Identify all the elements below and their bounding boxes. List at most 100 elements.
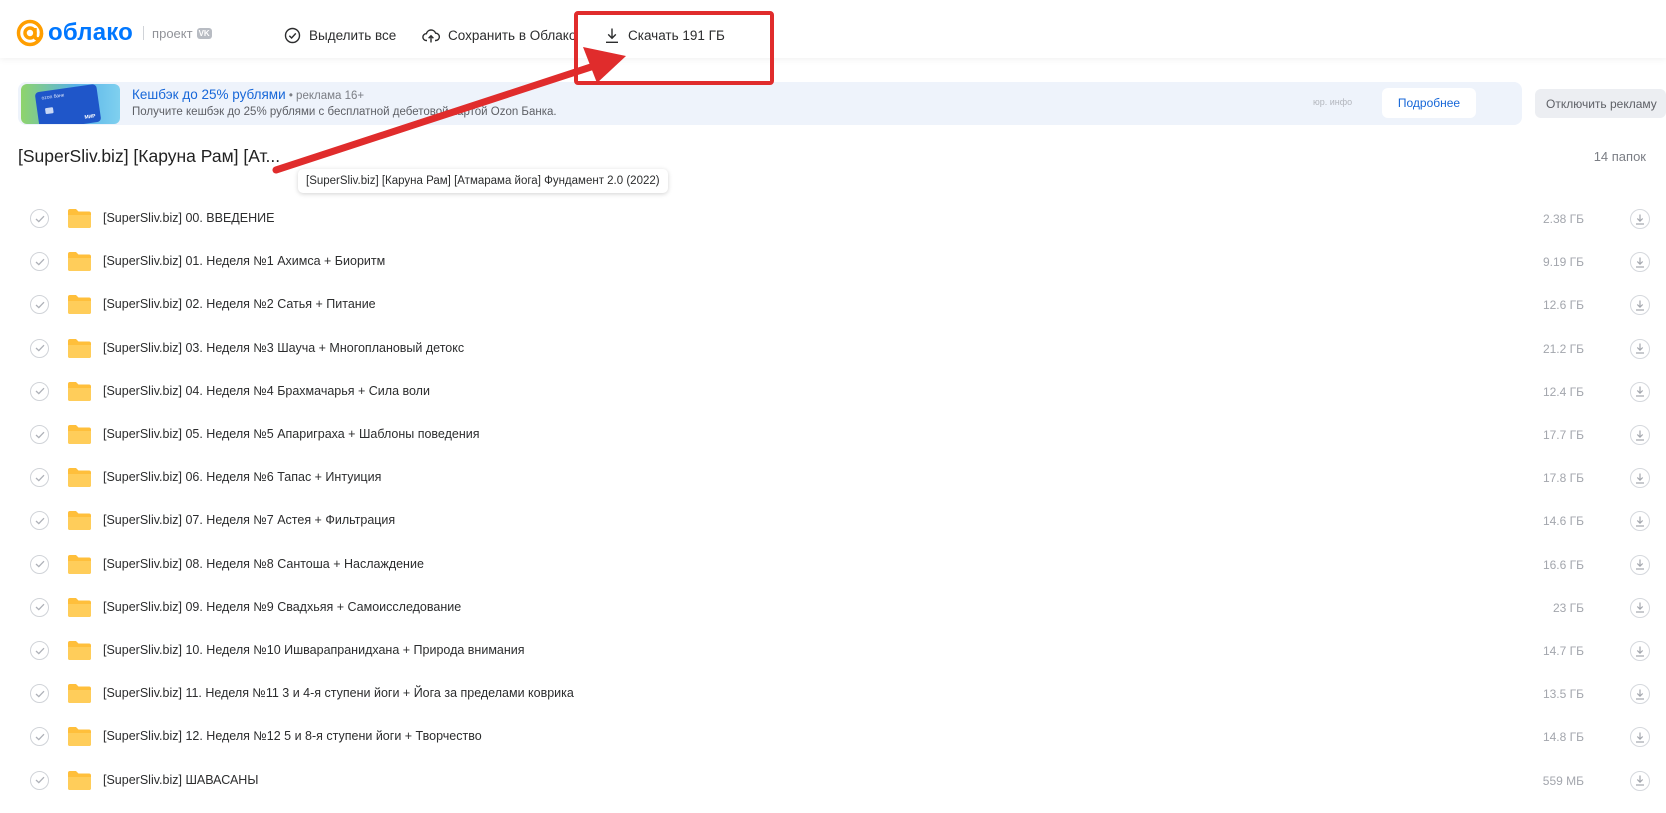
list-item[interactable]: [SuperSliv.biz] 03. Неделя №3 Шауча + Мн… bbox=[0, 329, 1666, 372]
cloud-logo[interactable]: облако проект VK bbox=[16, 16, 212, 50]
item-size: 17.7 ГБ bbox=[1542, 428, 1584, 442]
item-download-button[interactable] bbox=[1630, 338, 1650, 359]
logo-text: облако bbox=[48, 19, 134, 46]
item-name: [SuperSliv.biz] 02. Неделя №2 Сатья + Пи… bbox=[103, 297, 376, 312]
select-checkbox[interactable] bbox=[30, 295, 49, 315]
check-icon bbox=[35, 474, 44, 482]
item-download-button[interactable] bbox=[1630, 597, 1650, 618]
list-item[interactable]: [SuperSliv.biz] 08. Неделя №8 Сантоша + … bbox=[0, 545, 1666, 588]
item-download-button[interactable] bbox=[1630, 770, 1650, 791]
download-icon bbox=[1636, 689, 1644, 700]
item-name: [SuperSliv.biz] 05. Неделя №5 Апариграха… bbox=[103, 427, 480, 441]
ad-description: Получите кешбэк до 25% рублями с бесплат… bbox=[132, 106, 557, 118]
item-name: [SuperSliv.biz] 12. Неделя №12 5 и 8-я с… bbox=[103, 729, 482, 744]
download-icon bbox=[1636, 473, 1644, 484]
list-item[interactable]: [SuperSliv.biz] 00. ВВЕДЕНИЕ 2.38 ГБ bbox=[0, 199, 1666, 242]
disable-ads-button[interactable]: Отключить рекламу bbox=[1535, 89, 1666, 118]
save-to-cloud-button[interactable]: Сохранить в Облако bbox=[422, 24, 576, 46]
list-item[interactable]: [SuperSliv.biz] 09. Неделя №9 Свадхьяя +… bbox=[0, 588, 1666, 631]
select-checkbox[interactable] bbox=[30, 770, 49, 790]
item-size: 12.6 ГБ bbox=[1542, 298, 1584, 313]
folder-icon bbox=[68, 338, 91, 358]
check-icon bbox=[35, 733, 44, 741]
select-checkbox[interactable] bbox=[30, 511, 49, 531]
select-checkbox[interactable] bbox=[30, 641, 49, 660]
download-icon bbox=[1636, 732, 1644, 743]
item-size: 21.2 ГБ bbox=[1542, 341, 1584, 356]
list-item[interactable]: [SuperSliv.biz] 01. Неделя №1 Ахимса + Б… bbox=[0, 242, 1666, 285]
select-checkbox[interactable] bbox=[30, 381, 49, 401]
item-size: 23 ГБ bbox=[1552, 600, 1584, 615]
item-download-button[interactable] bbox=[1630, 511, 1650, 532]
select-checkbox[interactable] bbox=[30, 684, 49, 704]
check-icon bbox=[35, 776, 44, 784]
ad-meta: • реклама 16+ bbox=[285, 90, 365, 102]
bank-card-graphic: ozon банк МИР bbox=[34, 84, 102, 124]
select-checkbox[interactable] bbox=[30, 468, 49, 488]
folder-icon bbox=[68, 381, 91, 401]
folder-icon bbox=[68, 511, 91, 531]
item-size: 9.19 ГБ bbox=[1542, 255, 1584, 270]
folder-icon bbox=[68, 727, 91, 747]
cloud-upload-icon bbox=[422, 28, 440, 42]
list-item[interactable]: [SuperSliv.biz] 04. Неделя №4 Брахмачарь… bbox=[0, 372, 1666, 415]
download-icon bbox=[1636, 214, 1644, 225]
ad-more-button[interactable]: Подробнее bbox=[1382, 88, 1476, 118]
item-size: 14.6 ГБ bbox=[1542, 514, 1584, 529]
item-download-button[interactable] bbox=[1630, 727, 1650, 748]
check-icon bbox=[35, 517, 44, 525]
folder-count: 14 папок bbox=[1593, 149, 1646, 164]
download-icon bbox=[1636, 257, 1644, 268]
select-all-button[interactable]: Выделить все bbox=[284, 24, 396, 46]
item-download-button[interactable] bbox=[1630, 554, 1650, 575]
item-name: [SuperSliv.biz] 11. Неделя №11 3 и 4-я с… bbox=[103, 686, 574, 701]
item-size: 16.6 ГБ bbox=[1542, 557, 1584, 572]
check-icon bbox=[35, 431, 44, 439]
ad-card-image: ozon банк МИР bbox=[21, 84, 120, 124]
item-download-button[interactable] bbox=[1630, 684, 1650, 705]
list-item[interactable]: [SuperSliv.biz] 11. Неделя №11 3 и 4-я с… bbox=[0, 674, 1666, 717]
logo-divider bbox=[143, 26, 145, 40]
folder-icon bbox=[68, 252, 91, 272]
select-checkbox[interactable] bbox=[30, 338, 49, 358]
ad-title-link[interactable]: Кешбэк до 25% рублями bbox=[132, 87, 286, 102]
folder-icon bbox=[68, 209, 91, 228]
list-item[interactable]: [SuperSliv.biz] 07. Неделя №7 Астея + Фи… bbox=[0, 501, 1666, 544]
check-icon bbox=[35, 604, 44, 611]
item-download-button[interactable] bbox=[1630, 425, 1650, 445]
item-download-button[interactable] bbox=[1630, 641, 1650, 661]
item-download-button[interactable] bbox=[1630, 468, 1650, 489]
list-item[interactable]: [SuperSliv.biz] 05. Неделя №5 Апариграха… bbox=[0, 415, 1666, 458]
download-icon bbox=[1636, 775, 1644, 786]
select-checkbox[interactable] bbox=[30, 425, 49, 444]
item-size: 2.38 ГБ bbox=[1542, 212, 1584, 226]
item-size: 12.4 ГБ bbox=[1542, 384, 1584, 399]
list-item[interactable]: [SuperSliv.biz] 06. Неделя №6 Тапас + Ин… bbox=[0, 458, 1666, 501]
item-download-button[interactable] bbox=[1630, 295, 1650, 316]
item-download-button[interactable] bbox=[1630, 381, 1650, 402]
check-circle-icon bbox=[284, 27, 301, 43]
list-item[interactable]: [SuperSliv.biz] 02. Неделя №2 Сатья + Пи… bbox=[0, 285, 1666, 328]
select-checkbox[interactable] bbox=[30, 554, 49, 574]
mail-at-icon bbox=[16, 19, 44, 47]
check-icon bbox=[35, 258, 44, 266]
item-name: [SuperSliv.biz] 07. Неделя №7 Астея + Фи… bbox=[103, 513, 396, 528]
item-size: 17.8 ГБ bbox=[1542, 471, 1584, 486]
select-checkbox[interactable] bbox=[30, 252, 49, 272]
ad-legal-info[interactable]: юр. инфо bbox=[1313, 97, 1352, 107]
item-download-button[interactable] bbox=[1630, 252, 1650, 273]
list-item[interactable]: [SuperSliv.biz] 10. Неделя №10 Ишварапра… bbox=[0, 631, 1666, 674]
item-name: [SuperSliv.biz] 10. Неделя №10 Ишварапра… bbox=[103, 643, 525, 657]
select-checkbox[interactable] bbox=[30, 209, 49, 228]
folder-icon bbox=[68, 770, 91, 790]
check-icon bbox=[35, 344, 44, 352]
list-item[interactable]: [SuperSliv.biz] ШАВАСАНЫ 559 МБ bbox=[0, 761, 1666, 804]
select-checkbox[interactable] bbox=[30, 597, 49, 617]
folder-title: [SuperSliv.biz] [Каруна Рам] [Ат... bbox=[18, 146, 281, 166]
item-download-button[interactable] bbox=[1630, 209, 1650, 229]
select-checkbox[interactable] bbox=[30, 727, 49, 747]
check-icon bbox=[35, 388, 44, 395]
list-item[interactable]: [SuperSliv.biz] 12. Неделя №12 5 и 8-я с… bbox=[0, 717, 1666, 760]
ad-banner[interactable]: ozon банк МИР Кешбэк до 25% рублями • ре… bbox=[18, 82, 1522, 125]
folder-icon bbox=[68, 597, 91, 617]
